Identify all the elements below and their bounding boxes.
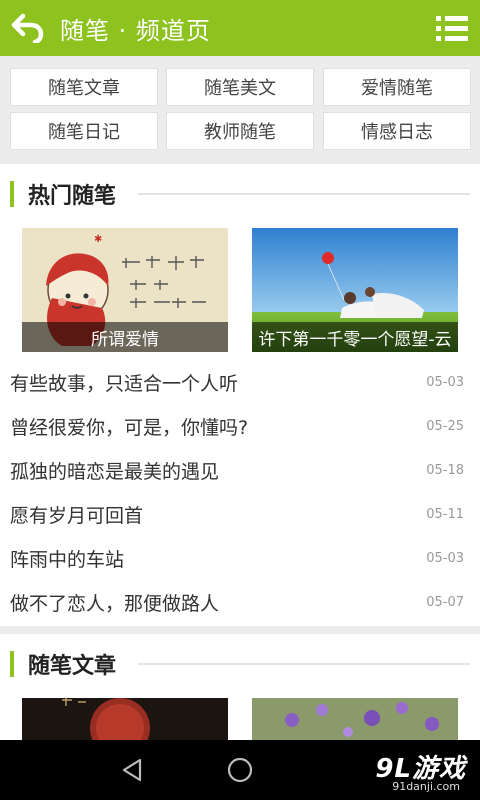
back-arrow-icon [11,13,44,43]
article-section: 随笔文章 [0,634,480,740]
featured-image [252,698,458,740]
back-button[interactable] [0,0,56,56]
watermark-url: 91danji.com [392,780,460,793]
section-header: 随笔文章 [0,634,480,692]
article-date: 05-25 [426,418,464,434]
category-button[interactable]: 随笔日记 [10,112,158,150]
circle-home-icon[interactable] [225,755,255,785]
section-title: 热门随笔 [28,184,117,209]
featured-card[interactable] [252,698,458,740]
category-button[interactable]: 教师随笔 [166,112,314,150]
featured-card[interactable]: 许下第一千零一个愿望-云 [252,228,458,352]
article-title: 愿有岁月可回首 [10,504,144,527]
article-list-item[interactable]: 有些故事，只适合一个人听 05-03 [10,360,464,404]
system-navbar: 9L游戏 91danji.com [0,740,480,800]
list-menu-icon [436,16,468,41]
featured-caption: 许下第一千零一个愿望-云 [252,322,458,352]
featured-caption: 所谓爱情 [22,322,228,352]
section-title: 随笔文章 [28,654,117,679]
category-button[interactable]: 爱情随笔 [323,68,471,106]
menu-button[interactable] [434,12,470,44]
article-date: 05-18 [426,462,464,478]
article-date: 05-03 [426,550,464,566]
article-date: 05-03 [426,374,464,390]
svg-text:✱: ✱ [94,234,102,245]
section-header: 热门随笔 [0,164,480,222]
page-title: 随笔 · 频道页 [60,16,211,45]
article-title: 曾经很爱你，可是，你懂吗? [10,416,249,439]
category-button[interactable]: 随笔美文 [166,68,314,106]
article-list-item[interactable]: 曾经很爱你，可是，你懂吗? 05-25 [10,404,464,448]
article-title: 有些故事，只适合一个人听 [10,372,239,395]
section-accent-bar [10,651,14,677]
triangle-back-icon[interactable] [118,755,148,785]
section-accent-bar [10,181,14,207]
article-title: 阵雨中的车站 [10,548,125,571]
app-header: 随笔 · 频道页 [0,0,480,56]
article-list-item[interactable]: 愿有岁月可回首 05-11 [10,492,464,536]
hot-section: 热门随笔 ✱ 所谓爱情 许下第一千零一个愿望-云 有些故事，只适合一个人听 05… [0,164,480,626]
article-list-item[interactable]: 孤独的暗恋是最美的遇见 05-18 [10,448,464,492]
section-divider [138,663,470,665]
article-list-item[interactable]: 阵雨中的车站 05-03 [10,536,464,580]
featured-image [22,698,228,740]
article-list-item[interactable]: 做不了恋人，那便做路人 05-07 [10,580,464,624]
category-grid: 随笔文章 随笔美文 爱情随笔 随笔日记 教师随笔 情感日志 [0,56,480,162]
article-title: 孤独的暗恋是最美的遇见 [10,460,220,483]
featured-card[interactable]: ✱ 所谓爱情 [22,228,228,352]
category-button[interactable]: 情感日志 [323,112,471,150]
featured-card[interactable] [22,698,228,740]
category-button[interactable]: 随笔文章 [10,68,158,106]
section-divider [138,193,470,195]
article-date: 05-11 [426,506,464,522]
article-date: 05-07 [426,594,464,610]
article-title: 做不了恋人，那便做路人 [10,592,220,615]
